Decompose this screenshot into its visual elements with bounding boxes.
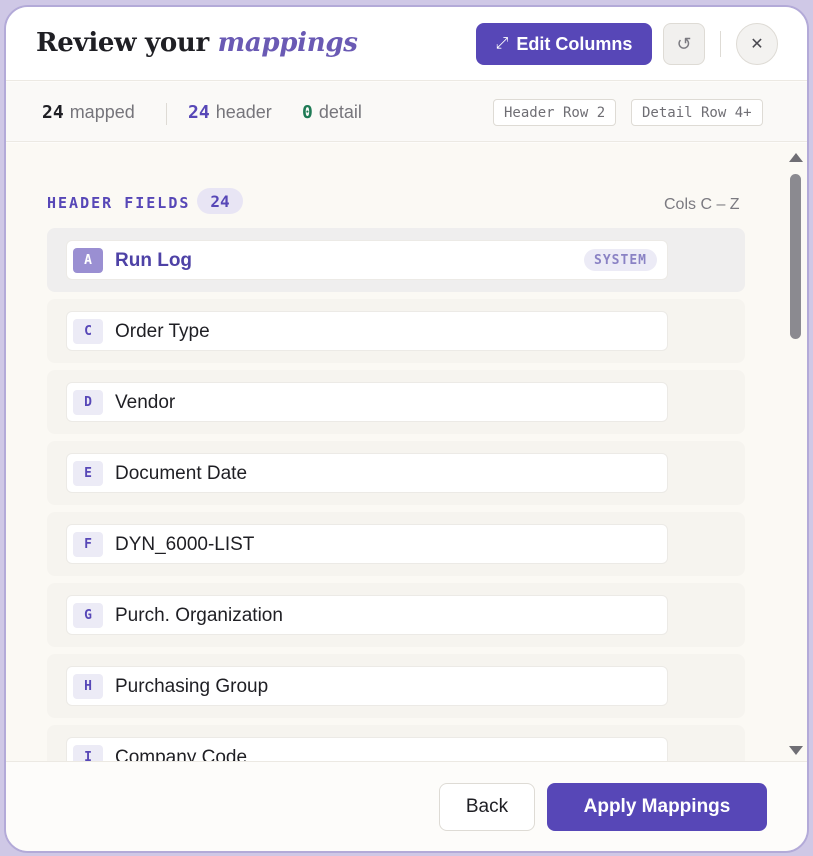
scrollbar-thumb[interactable] xyxy=(790,174,801,339)
modal-footer: Back Apply Mappings xyxy=(6,761,807,851)
stat-mapped-label: mapped xyxy=(69,102,135,122)
expand-arrows-icon: ⤢ xyxy=(495,35,509,52)
field-row[interactable]: I Company Code xyxy=(47,725,745,761)
stat-detail-label: detail xyxy=(318,102,362,122)
field-row[interactable]: C Order Type xyxy=(47,299,745,363)
column-letter: G xyxy=(73,603,103,628)
field-row[interactable]: F DYN_6000-LIST xyxy=(47,512,745,576)
page-title: Review your mappings xyxy=(36,28,358,58)
field-row[interactable]: E Document Date xyxy=(47,441,745,505)
column-letter: F xyxy=(73,532,103,557)
field-label: Order Type xyxy=(115,321,210,342)
section-columns-range: Cols C – Z xyxy=(664,196,740,213)
stat-detail: 0 detail xyxy=(302,102,362,123)
mapping-stats-bar: 24 mapped 24 header 0 detail Header Row 2 D… xyxy=(6,82,807,142)
field-label: DYN_6000-LIST xyxy=(115,534,255,555)
field-label: Run Log xyxy=(115,250,193,271)
field-label: Vendor xyxy=(115,392,176,413)
stat-detail-count: 0 xyxy=(302,102,313,123)
field-row[interactable]: H Purchasing Group xyxy=(47,654,745,718)
review-mappings-modal: Review your mappings ⤢ Edit Columns ↺ ✕ … xyxy=(4,5,809,853)
field-row[interactable]: G Purch. Organization xyxy=(47,583,745,647)
section-title: HEADER FIELDS xyxy=(47,194,191,212)
field-row[interactable]: D Vendor xyxy=(47,370,745,434)
stat-mapped: 24 mapped xyxy=(42,102,135,123)
header-row-tag: Header Row 2 xyxy=(493,99,617,126)
stat-header-count: 24 xyxy=(188,102,210,123)
undo-button[interactable]: ↺ xyxy=(663,23,705,65)
detail-row-tag: Detail Row 4+ xyxy=(631,99,763,126)
column-letter: H xyxy=(73,674,103,699)
title-plain: Review your xyxy=(36,28,209,58)
column-letter: D xyxy=(73,390,103,415)
scroll-down-arrow-icon[interactable] xyxy=(789,746,803,755)
stat-mapped-count: 24 xyxy=(42,102,64,123)
field-label: Document Date xyxy=(115,463,248,484)
scroll-up-arrow-icon[interactable] xyxy=(789,153,803,162)
field-card[interactable]: A Run Log SYSTEM xyxy=(66,240,668,280)
column-letter: I xyxy=(73,745,103,761)
edit-columns-button[interactable]: ⤢ Edit Columns xyxy=(476,23,652,65)
column-letter: E xyxy=(73,461,103,486)
title-accent: mappings xyxy=(217,28,358,58)
close-button[interactable]: ✕ xyxy=(736,23,778,65)
field-label: Purchasing Group xyxy=(115,676,269,697)
stats-divider xyxy=(166,103,167,125)
column-letter: A xyxy=(73,248,103,273)
field-card[interactable]: C Order Type xyxy=(66,311,668,351)
field-card[interactable]: I Company Code xyxy=(66,737,668,761)
stat-header-label: header xyxy=(215,102,272,122)
column-letter: C xyxy=(73,319,103,344)
field-row[interactable]: A Run Log SYSTEM xyxy=(47,228,745,292)
section-count-badge: 24 xyxy=(197,188,243,214)
stat-header: 24 header xyxy=(188,102,272,123)
field-label: Purch. Organization xyxy=(115,605,283,626)
back-button[interactable]: Back xyxy=(439,783,535,831)
mappings-list-panel[interactable]: HEADER FIELDS 24 Cols C – Z A Run Log SY… xyxy=(6,143,807,761)
field-card[interactable]: H Purchasing Group xyxy=(66,666,668,706)
field-card[interactable]: G Purch. Organization xyxy=(66,595,668,635)
close-icon: ✕ xyxy=(750,36,764,53)
header-divider xyxy=(720,31,721,57)
field-card[interactable]: D Vendor xyxy=(66,382,668,422)
undo-icon: ↺ xyxy=(676,33,692,54)
system-badge: SYSTEM xyxy=(584,249,657,271)
field-label: Company Code xyxy=(115,747,248,761)
modal-header: Review your mappings ⤢ Edit Columns ↺ ✕ xyxy=(6,7,807,81)
apply-mappings-button[interactable]: Apply Mappings xyxy=(547,783,767,831)
edit-columns-label: Edit Columns xyxy=(516,33,633,54)
field-card[interactable]: F DYN_6000-LIST xyxy=(66,524,668,564)
field-card[interactable]: E Document Date xyxy=(66,453,668,493)
